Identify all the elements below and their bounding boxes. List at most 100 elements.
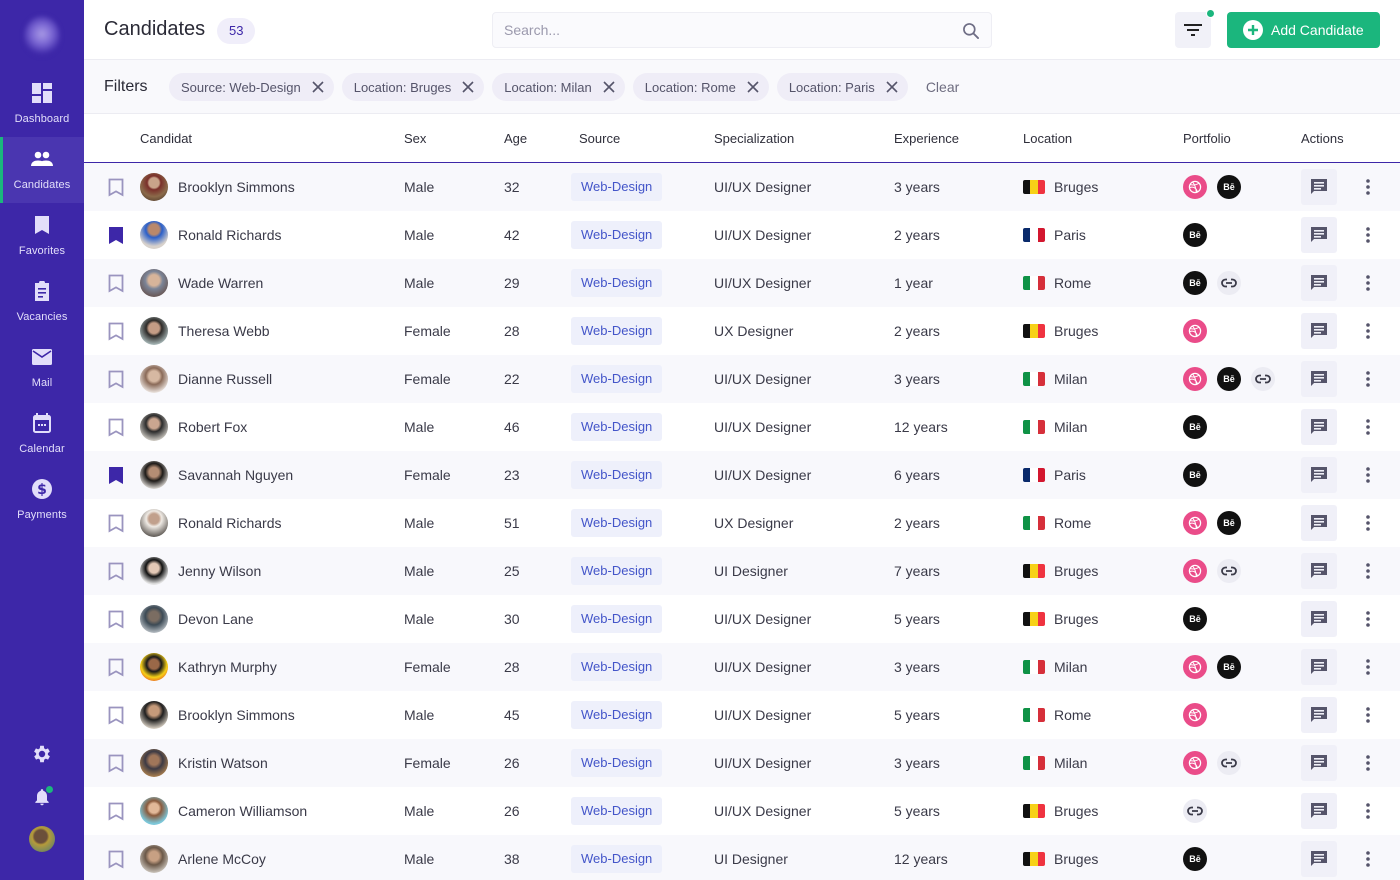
sidebar-item-calendar[interactable]: Calendar [0,401,84,467]
behance-icon[interactable]: Bē [1183,847,1207,871]
dribbble-icon[interactable] [1183,655,1207,679]
search-icon[interactable] [961,21,981,41]
source-badge[interactable]: Web-Design [571,749,662,777]
more-actions-button[interactable] [1360,367,1376,391]
message-button[interactable] [1301,793,1337,829]
message-button[interactable] [1301,265,1337,301]
message-button[interactable] [1301,697,1337,733]
message-button[interactable] [1301,745,1337,781]
candidate-name[interactable]: Jenny Wilson [178,547,261,595]
more-actions-button[interactable] [1360,415,1376,439]
more-actions-button[interactable] [1360,175,1376,199]
source-badge[interactable]: Web-Design [571,653,662,681]
dribbble-icon[interactable] [1183,559,1207,583]
user-avatar[interactable] [29,826,55,852]
table-row[interactable]: Jenny Wilson Male 25 Web-Design UI Desig… [84,547,1400,595]
table-row[interactable]: Brooklyn Simmons Male 45 Web-Design UI/U… [84,691,1400,739]
behance-icon[interactable]: Bē [1217,367,1241,391]
table-row[interactable]: Kathryn Murphy Female 28 Web-Design UI/U… [84,643,1400,691]
message-button[interactable] [1301,649,1337,685]
source-badge[interactable]: Web-Design [571,317,662,345]
clear-filters-button[interactable]: Clear [926,79,959,95]
message-button[interactable] [1301,169,1337,205]
column-header-age[interactable]: Age [504,131,527,146]
candidate-name[interactable]: Ronald Richards [178,211,282,259]
more-actions-button[interactable] [1360,703,1376,727]
source-badge[interactable]: Web-Design [571,701,662,729]
candidate-name[interactable]: Wade Warren [178,259,263,307]
candidate-name[interactable]: Brooklyn Simmons [178,163,295,211]
add-candidate-button[interactable]: Add Candidate [1227,12,1380,48]
bookmark-icon[interactable] [108,322,124,341]
source-badge[interactable]: Web-Design [571,605,662,633]
sidebar-item-favorites[interactable]: Favorites [0,203,84,269]
more-actions-button[interactable] [1360,559,1376,583]
source-badge[interactable]: Web-Design [571,509,662,537]
source-badge[interactable]: Web-Design [571,845,662,873]
column-header-experience[interactable]: Experience [894,131,959,146]
table-row[interactable]: Theresa Webb Female 28 Web-Design UX Des… [84,307,1400,355]
source-badge[interactable]: Web-Design [571,365,662,393]
link-icon[interactable] [1251,367,1275,391]
more-actions-button[interactable] [1360,799,1376,823]
table-row[interactable]: Devon Lane Male 30 Web-Design UI/UX Desi… [84,595,1400,643]
remove-filter-icon[interactable] [746,80,760,94]
bookmark-icon[interactable] [108,706,124,725]
candidate-name[interactable]: Dianne Russell [178,355,272,403]
table-row[interactable]: Ronald Richards Male 51 Web-Design UX De… [84,499,1400,547]
bookmark-icon[interactable] [108,274,124,293]
candidate-name[interactable]: Robert Fox [178,403,247,451]
filter-button[interactable] [1175,12,1211,48]
more-actions-button[interactable] [1360,607,1376,631]
message-button[interactable] [1301,313,1337,349]
bookmark-icon[interactable] [108,802,124,821]
table-row[interactable]: Arlene McCoy Male 38 Web-Design UI Desig… [84,835,1400,880]
behance-icon[interactable]: Bē [1183,223,1207,247]
message-button[interactable] [1301,505,1337,541]
more-actions-button[interactable] [1360,463,1376,487]
link-icon[interactable] [1217,559,1241,583]
sidebar-item-mail[interactable]: Mail [0,335,84,401]
table-row[interactable]: Wade Warren Male 29 Web-Design UI/UX Des… [84,259,1400,307]
table-row[interactable]: Ronald Richards Male 42 Web-Design UI/UX… [84,211,1400,259]
message-button[interactable] [1301,361,1337,397]
bookmark-filled-icon[interactable] [108,226,124,245]
candidate-name[interactable]: Savannah Nguyen [178,451,293,499]
bookmark-filled-icon[interactable] [108,466,124,485]
source-badge[interactable]: Web-Design [571,413,662,441]
behance-icon[interactable]: Bē [1217,175,1241,199]
more-actions-button[interactable] [1360,271,1376,295]
table-row[interactable]: Dianne Russell Female 22 Web-Design UI/U… [84,355,1400,403]
table-row[interactable]: Robert Fox Male 46 Web-Design UI/UX Desi… [84,403,1400,451]
bookmark-icon[interactable] [108,514,124,533]
source-badge[interactable]: Web-Design [571,797,662,825]
source-badge[interactable]: Web-Design [571,173,662,201]
bookmark-icon[interactable] [108,178,124,197]
dribbble-icon[interactable] [1183,511,1207,535]
column-header-candidate[interactable]: Candidat [140,131,192,146]
behance-icon[interactable]: Bē [1217,511,1241,535]
more-actions-button[interactable] [1360,511,1376,535]
settings-button[interactable] [30,742,54,766]
more-actions-button[interactable] [1360,655,1376,679]
notifications-button[interactable] [30,785,54,809]
remove-filter-icon[interactable] [311,80,325,94]
table-row[interactable]: Cameron Williamson Male 26 Web-Design UI… [84,787,1400,835]
dribbble-icon[interactable] [1183,367,1207,391]
column-header-source[interactable]: Source [579,131,620,146]
column-header-sex[interactable]: Sex [404,131,426,146]
message-button[interactable] [1301,217,1337,253]
source-badge[interactable]: Web-Design [571,461,662,489]
behance-icon[interactable]: Bē [1183,271,1207,295]
bookmark-icon[interactable] [108,754,124,773]
more-actions-button[interactable] [1360,751,1376,775]
dribbble-icon[interactable] [1183,319,1207,343]
search-input[interactable] [493,13,933,47]
link-icon[interactable] [1217,271,1241,295]
bookmark-icon[interactable] [108,418,124,437]
behance-icon[interactable]: Bē [1183,415,1207,439]
sidebar-item-payments[interactable]: $ Payments [0,467,84,533]
bookmark-icon[interactable] [108,370,124,389]
bookmark-icon[interactable] [108,562,124,581]
candidate-name[interactable]: Theresa Webb [178,307,270,355]
